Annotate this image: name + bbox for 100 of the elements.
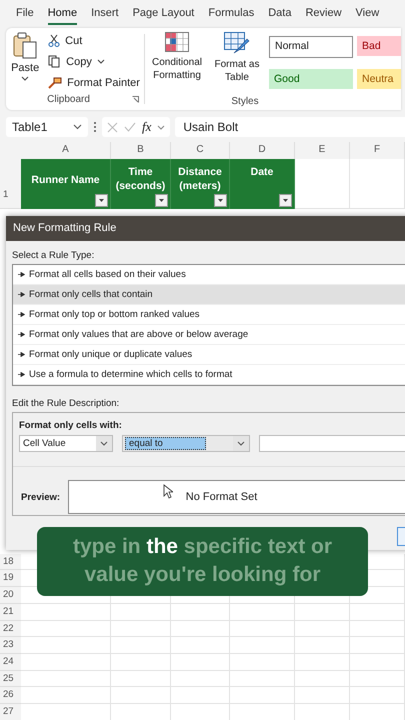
- grid-cell[interactable]: [171, 604, 230, 620]
- row-number[interactable]: 20: [0, 587, 21, 604]
- cell-style[interactable]: Good: [269, 68, 353, 88]
- grid-cell[interactable]: [350, 620, 405, 638]
- grid-cell[interactable]: [350, 604, 405, 620]
- column-header[interactable]: A: [21, 142, 111, 159]
- row-number[interactable]: 22: [0, 620, 21, 638]
- cancel-icon[interactable]: [107, 122, 118, 132]
- cut-button[interactable]: Cut: [48, 32, 140, 49]
- filter-dropdown-icon[interactable]: [214, 194, 227, 207]
- column-header[interactable]: F: [350, 142, 405, 159]
- row-number[interactable]: 24: [0, 654, 21, 671]
- arrow-icon: [18, 312, 25, 317]
- grid-cell[interactable]: [171, 637, 230, 654]
- table-grid-icon: [165, 32, 189, 52]
- insert-function-button[interactable]: fx: [142, 119, 152, 135]
- arrow-icon: [18, 292, 25, 297]
- grid-cell[interactable]: [295, 687, 350, 704]
- grid-cell[interactable]: [295, 604, 350, 620]
- column-header[interactable]: B: [111, 142, 171, 159]
- grid-cell[interactable]: [171, 687, 230, 704]
- grid-cell[interactable]: [21, 637, 111, 654]
- grid-cell[interactable]: [230, 620, 295, 638]
- copy-button[interactable]: Copy: [48, 53, 140, 70]
- grid-cell[interactable]: [350, 654, 405, 671]
- ribbon-tab[interactable]: View: [356, 3, 380, 25]
- grid-cell[interactable]: [350, 670, 405, 688]
- cell-style[interactable]: Bad: [357, 36, 401, 56]
- grid-cell[interactable]: [230, 670, 295, 688]
- grid-cell[interactable]: [111, 620, 171, 638]
- ribbon-tab[interactable]: Insert: [91, 3, 119, 25]
- grid-cell[interactable]: [230, 654, 295, 671]
- row-number[interactable]: 23: [0, 637, 21, 654]
- row-number[interactable]: 19: [0, 570, 21, 588]
- more-options-icon[interactable]: [93, 121, 97, 133]
- grid-cell[interactable]: [171, 654, 230, 671]
- ribbon-tab[interactable]: Review: [305, 3, 342, 25]
- grid-cell[interactable]: [230, 604, 295, 620]
- column-header[interactable]: E: [295, 142, 350, 159]
- grid-cell[interactable]: [350, 637, 405, 654]
- grid-cell[interactable]: [111, 654, 171, 671]
- column-header[interactable]: D: [230, 142, 295, 159]
- preview-text: No Format Set: [186, 491, 258, 503]
- rule-type-item[interactable]: Use a formula to determine which cells to format: [13, 365, 405, 385]
- grid-cell[interactable]: [230, 637, 295, 654]
- grid-cell[interactable]: [21, 604, 111, 620]
- row-number[interactable]: 27: [0, 704, 21, 720]
- format-painter-button[interactable]: Format Painter: [48, 74, 140, 91]
- row-number[interactable]: 21: [0, 604, 21, 620]
- row-number[interactable]: 1: [0, 158, 21, 209]
- dialog-launcher-icon[interactable]: [132, 96, 139, 103]
- grid-cell[interactable]: [295, 654, 350, 671]
- ribbon-tab[interactable]: Home: [48, 3, 78, 25]
- field-dropdown[interactable]: Cell Value: [19, 435, 113, 452]
- grid-cell[interactable]: [111, 670, 171, 688]
- rule-type-item[interactable]: Format only top or bottom ranked values: [13, 305, 405, 325]
- rule-type-item[interactable]: Format only values that are above or below average: [13, 325, 405, 345]
- grid-cell[interactable]: [111, 637, 171, 654]
- filter-dropdown-icon[interactable]: [155, 194, 168, 207]
- ribbon-tab[interactable]: Formulas: [208, 3, 254, 25]
- grid-cell[interactable]: [111, 687, 171, 704]
- conditional-formatting-button[interactable]: Conditional Formatting: [149, 32, 205, 96]
- grid-cell[interactable]: [350, 687, 405, 704]
- grid-cell[interactable]: [171, 620, 230, 638]
- grid-cell[interactable]: [21, 620, 111, 638]
- grid-cell[interactable]: [21, 670, 111, 688]
- value-input[interactable]: [259, 435, 405, 452]
- row-number[interactable]: 25: [0, 670, 21, 688]
- row-number[interactable]: 26: [0, 687, 21, 704]
- row-number[interactable]: 18: [0, 554, 21, 570]
- format-as-table-button[interactable]: Format as Table: [209, 32, 265, 96]
- ribbon-tab[interactable]: Data: [268, 3, 292, 25]
- grid-cell[interactable]: [230, 687, 295, 704]
- ribbon-tab[interactable]: Page Layout: [132, 3, 194, 25]
- table-header-cell: Runner Name: [21, 158, 111, 209]
- column-header[interactable]: C: [171, 142, 230, 159]
- grid-cell[interactable]: [295, 637, 350, 654]
- rule-type-item[interactable]: Format only unique or duplicate values: [13, 345, 405, 365]
- chevron-icon[interactable]: [157, 124, 166, 130]
- cell-style[interactable]: Neutra: [357, 68, 401, 88]
- cell-style[interactable]: Normal: [269, 36, 353, 58]
- name-box[interactable]: Table1: [6, 117, 88, 137]
- grid-cell[interactable]: [295, 670, 350, 688]
- filter-dropdown-icon[interactable]: [279, 194, 292, 207]
- grid-cell[interactable]: [171, 670, 230, 688]
- grid-cell[interactable]: [295, 620, 350, 638]
- group-label: Styles: [231, 96, 259, 107]
- filter-dropdown-icon[interactable]: [95, 194, 108, 207]
- operator-dropdown[interactable]: equal to: [122, 435, 250, 452]
- section-label: Edit the Rule Description:: [12, 398, 120, 409]
- grid-cell[interactable]: [21, 687, 111, 704]
- paste-button[interactable]: Paste: [6, 30, 44, 94]
- formula-input[interactable]: Usain Bolt: [175, 117, 405, 137]
- copy-icon: [48, 55, 62, 68]
- ribbon-tab[interactable]: File: [16, 3, 34, 25]
- table-header-cell: Date: [230, 158, 295, 209]
- rule-type-item[interactable]: Format only cells that contain: [13, 285, 405, 305]
- check-icon[interactable]: [124, 122, 136, 132]
- grid-cell[interactable]: [21, 654, 111, 671]
- grid-cell[interactable]: [111, 604, 171, 620]
